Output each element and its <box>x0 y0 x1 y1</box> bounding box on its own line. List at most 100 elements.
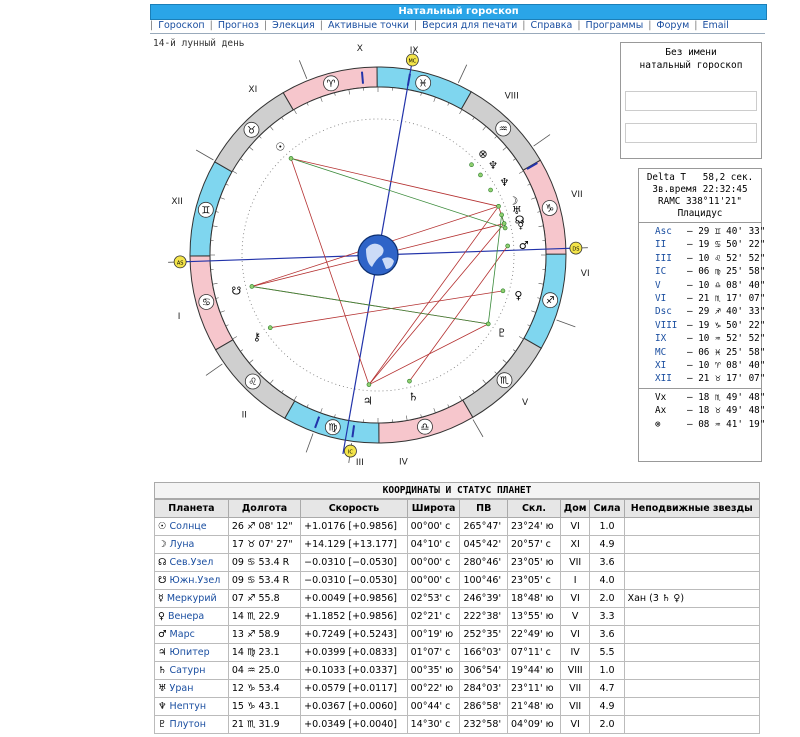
menu-item[interactable]: Форум <box>651 19 694 33</box>
speed-average: [+0.0833] <box>345 647 398 658</box>
house-numeral: VII <box>571 190 582 200</box>
fixed-stars-cell <box>623 571 761 590</box>
menu-item[interactable]: Элекция <box>267 19 320 33</box>
longitude-cell: 12 ♑ 53.4 <box>227 679 302 698</box>
planet-name-cell: ♆ Нептун <box>154 697 229 716</box>
planet-glyph-icon: ☋ <box>231 284 241 297</box>
house-cusp-line <box>472 419 484 438</box>
planet-name: Нептун <box>166 701 207 712</box>
house-system: Плацидус <box>677 208 723 219</box>
cusp-row: IX – 10 ♒ 52' 52" <box>639 332 766 345</box>
cusp-value: – 19 ♋ 50' 22" <box>687 239 766 251</box>
planet-name: Марс <box>166 629 195 640</box>
cusp-row: XII – 21 ♉ 17' 07" <box>639 372 765 385</box>
top-menu: | Гороскоп | Прогноз | Элекция | Активные точки… <box>150 19 765 34</box>
speed-cell: +14.129 [+13.177] <box>300 535 408 554</box>
planet-glyph-icon: ♆ <box>158 701 167 712</box>
table-row: ♄ Сатурн 04 ♒ 25.0 +0.1033 [+0.0337] 00°35'… <box>154 661 761 680</box>
power-cell: 2.0 <box>589 589 625 608</box>
menu-item[interactable]: Версия для печати <box>417 19 522 33</box>
latitude-cell: 02°53' с <box>406 589 461 608</box>
column-header: Неподвижные звезды <box>623 499 761 518</box>
planet-glyph-icon: ♂ <box>519 239 529 252</box>
cusp-row: VI – 21 ♏ 17' 07" <box>639 292 766 305</box>
zodiac-sign-icon: ♍ <box>328 423 337 434</box>
ra-cell: 100°46' <box>459 571 509 590</box>
speed-value: +0.0399 <box>304 647 346 658</box>
speed-cell: +0.0367 [+0.0060] <box>300 697 408 716</box>
house-numeral: XI <box>248 85 257 95</box>
declination-cell: 22°49' ю <box>507 625 561 644</box>
ra-cell: 252°35' <box>459 625 509 644</box>
cusp-name: VI <box>655 293 667 305</box>
latitude-cell: 00°35' ю <box>406 661 461 680</box>
planet-point <box>478 172 483 178</box>
cusp-value: – 10 ♒ 52' 52" <box>687 333 766 345</box>
planet-point <box>501 221 507 226</box>
latitude-cell: 01°07' с <box>406 643 461 662</box>
fixed-stars-cell <box>623 679 761 698</box>
planet-name: Солнце <box>166 521 207 532</box>
cusp-value: – 29 ♐ 40' 33" <box>687 306 766 318</box>
column-header: Скорость <box>300 499 408 518</box>
zodiac-sign-icon: ♋ <box>202 297 211 308</box>
house-cusp-line <box>457 64 468 83</box>
menu-item[interactable]: Программы <box>581 19 649 33</box>
menu-item[interactable]: Email <box>697 19 733 33</box>
speed-value: +0.0049 <box>304 593 346 604</box>
cusp-value: – 21 ♏ 17' 07" <box>687 293 766 305</box>
speed-value: +0.0349 <box>304 719 346 730</box>
menu-item[interactable]: Прогноз <box>213 19 264 33</box>
planet-name: Луна <box>166 539 195 550</box>
table-row: ♇ Плутон 21 ♏ 31.9 +0.0349 [+0.0040] 14°30'… <box>154 715 761 734</box>
planet-name-cell: ♂ Марс <box>154 625 229 644</box>
divider <box>639 222 761 223</box>
planet-glyph-icon: ☿ <box>517 219 524 232</box>
house-numeral: XII <box>171 197 182 207</box>
cusp-name: XII <box>655 373 672 385</box>
house-cell: VII <box>559 679 591 698</box>
planet-glyph-icon: ☉ <box>158 521 167 532</box>
menu-item[interactable]: Справка <box>525 19 577 33</box>
house-cusp-line <box>533 134 551 147</box>
speed-average: [+0.0040] <box>345 719 398 730</box>
house-numeral: III <box>356 458 364 466</box>
chart-subtitle: натальный гороскоп <box>639 60 743 71</box>
fixed-stars-cell <box>623 643 761 662</box>
speed-cell: +1.0176 [+0.9856] <box>300 517 408 536</box>
cusp-value: – 10 ♌ 52' 52" <box>687 252 766 264</box>
planet-point <box>366 382 372 387</box>
planet-glyph-icon: ♆ <box>488 159 498 172</box>
house-cell: V <box>559 607 591 626</box>
house-numeral: V <box>522 398 529 408</box>
longitude-cell: 09 ♋ 53.4 R <box>227 571 302 590</box>
speed-value: +0.0367 <box>304 701 346 712</box>
menu-item[interactable]: Гороскоп <box>153 19 209 33</box>
planet-name: Плутон <box>166 719 206 730</box>
cusp-name: V <box>655 279 661 291</box>
longitude-cell: 07 ♐ 55.8 <box>227 589 302 608</box>
table-row: ☋ Южн.Узел 09 ♋ 53.4 R −0.0310 [−0.0530] 00… <box>154 571 761 590</box>
point-name: Ax <box>655 405 667 417</box>
longitude-cell: 17 ♉ 07' 27" <box>227 535 302 554</box>
zodiac-sign-icon: ♉ <box>247 125 256 136</box>
cusp-row: II – 19 ♋ 50' 22" <box>639 238 766 251</box>
planet-name-cell: ♀ Венера <box>154 607 229 626</box>
house-cell: I <box>559 571 591 590</box>
zodiac-sign-icon: ♌ <box>248 377 257 388</box>
ra-cell: 246°39' <box>459 589 509 608</box>
page-title: Натальный гороскоп <box>150 4 767 20</box>
speed-value: +1.0176 <box>304 521 346 532</box>
planet-glyph-icon: ♇ <box>158 719 167 730</box>
table-row: ♀ Венера 14 ♏ 22.9 +1.1852 [+0.9856] 02°21'… <box>154 607 761 626</box>
house-cell: VII <box>559 697 591 716</box>
cusp-value: – 06 ♍ 25' 58" <box>687 266 766 278</box>
latitude-cell: 04°10' с <box>406 535 461 554</box>
menu-item[interactable]: Активные точки <box>323 19 414 33</box>
chart-info-box: Без имени натальный гороскоп <box>620 42 762 159</box>
ramc-value: RAMC 338°11'21" <box>658 196 742 207</box>
table-header-row: Планета Долгота Скорость Широта ПВ Скл. Дом Сил… <box>154 499 761 518</box>
power-cell: 4.9 <box>589 697 625 716</box>
ra-cell: 232°58' <box>459 715 509 734</box>
cusp-list: Asc – 29 ♊ 40' 33" II – 19 ♋ 50' 22" III – 10… <box>639 225 766 386</box>
